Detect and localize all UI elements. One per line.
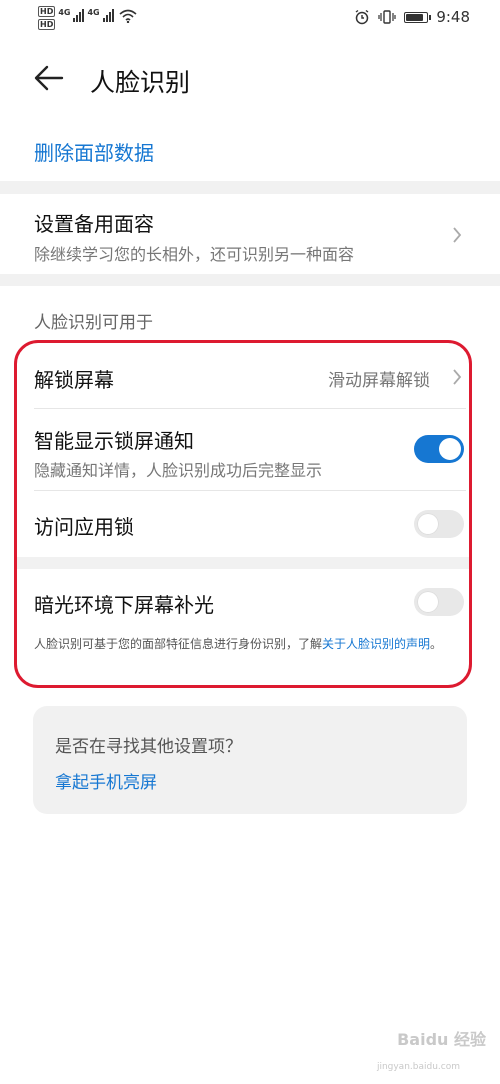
app-lock-title: 访问应用锁 xyxy=(34,515,134,539)
suggestion-card: 是否在寻找其他设置项？ 拿起手机亮屏 xyxy=(33,706,467,814)
status-left: HD HD 4G 4G xyxy=(38,6,137,30)
chevron-right-icon xyxy=(453,369,462,385)
page-title: 人脸识别 xyxy=(90,68,191,97)
backup-face-subtitle: 除继续学习您的长相外，还可识别另一种面容 xyxy=(34,245,355,264)
toggle-knob xyxy=(417,513,439,535)
section-divider xyxy=(0,274,500,286)
face-statement-link[interactable]: 关于人脸识别的声明 xyxy=(322,637,430,651)
wifi-icon xyxy=(119,9,137,23)
app-lock-row: 访问应用锁 xyxy=(0,491,500,557)
smart-notify-subtitle: 隐藏通知详情，人脸识别成功后完整显示 xyxy=(34,461,323,480)
network-type-2: 4G xyxy=(87,8,100,17)
fill-light-toggle[interactable] xyxy=(414,588,464,616)
status-bar: HD HD 4G 4G 9:48 xyxy=(0,0,500,38)
network-type-1: 4G xyxy=(58,8,71,17)
toggle-knob xyxy=(439,438,461,460)
footnote-end: 。 xyxy=(430,637,443,651)
vibrate-icon xyxy=(378,10,396,24)
section-label: 人脸识别可用于 xyxy=(34,313,153,333)
fill-light-title: 暗光环境下屏幕补光 xyxy=(34,593,214,617)
smart-notify-row: 智能显示锁屏通知 隐藏通知详情，人脸识别成功后完整显示 xyxy=(0,409,500,490)
unlock-screen-row[interactable]: 解锁屏幕 滑动屏幕解锁 xyxy=(0,344,500,408)
suggestion-title: 是否在寻找其他设置项？ xyxy=(55,737,242,757)
smart-notify-title: 智能显示锁屏通知 xyxy=(34,429,194,453)
fill-light-row: 暗光环境下屏幕补光 xyxy=(0,569,500,633)
toggle-knob xyxy=(417,591,439,613)
hd-indicators: HD HD xyxy=(38,6,56,30)
section-divider xyxy=(0,181,500,194)
unlock-screen-title: 解锁屏幕 xyxy=(34,368,114,392)
signal-icon xyxy=(73,8,85,22)
alarm-icon xyxy=(355,9,369,25)
status-right: 9:48 xyxy=(354,8,470,26)
unlock-screen-value: 滑动屏幕解锁 xyxy=(328,371,430,391)
battery-icon xyxy=(404,11,432,23)
footnote-text: 人脸识别可基于您的面部特征信息进行身份识别，了解 xyxy=(34,637,323,651)
privacy-footnote: 人脸识别可基于您的面部特征信息进行身份识别，了解关于人脸识别的声明。 xyxy=(34,634,474,654)
backup-face-title: 设置备用面容 xyxy=(34,212,154,236)
chevron-right-icon xyxy=(453,227,462,243)
raise-to-wake-link[interactable]: 拿起手机亮屏 xyxy=(55,768,157,793)
setup-backup-face-row[interactable]: 设置备用面容 除继续学习您的长相外，还可识别另一种面容 xyxy=(0,194,500,274)
battery-fill xyxy=(406,13,424,21)
hd-badge-1: HD xyxy=(38,6,56,17)
delete-face-data-link[interactable]: 删除面部数据 xyxy=(34,137,154,166)
signal-icon-2 xyxy=(102,8,114,22)
clock: 9:48 xyxy=(436,8,470,26)
smart-notify-toggle[interactable] xyxy=(414,435,464,463)
app-bar: 人脸识别 xyxy=(0,55,500,101)
app-lock-toggle[interactable] xyxy=(414,510,464,538)
back-arrow-icon[interactable] xyxy=(34,65,64,91)
hd-badge-2: HD xyxy=(38,19,56,30)
watermark-url: jingyan.baidu.com xyxy=(376,1062,460,1072)
section-divider xyxy=(17,557,469,569)
baidu-watermark: Baidu 经验 xyxy=(397,1030,486,1049)
